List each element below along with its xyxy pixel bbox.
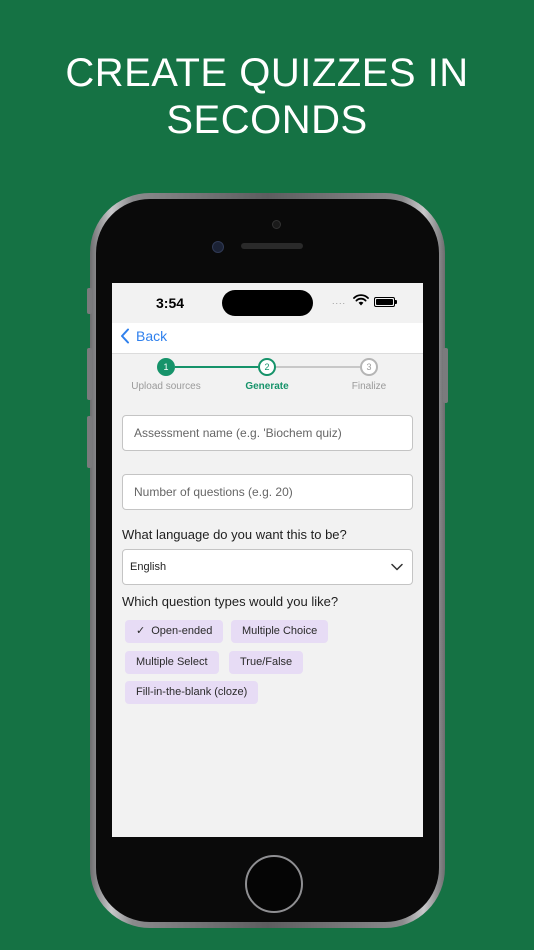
chip-open-ended[interactable]: ✓ Open-ended: [125, 620, 224, 643]
front-camera: [272, 220, 281, 229]
step-2-number: 2: [264, 362, 270, 372]
power-button: [443, 348, 448, 403]
chip-label: True/False: [240, 656, 293, 668]
step-connector-1: [175, 366, 258, 368]
battery-icon: [374, 297, 397, 307]
status-bar: 3:54 ....: [112, 283, 423, 323]
check-icon: ✓: [136, 625, 146, 637]
volume-up-button: [87, 348, 92, 400]
language-select[interactable]: English: [122, 549, 413, 585]
wifi-icon: [353, 294, 369, 306]
chip-multiple-choice[interactable]: Multiple Choice: [231, 620, 329, 643]
chip-fill-in-the-blank[interactable]: Fill-in-the-blank (cloze): [125, 681, 259, 704]
question-count-input[interactable]: [122, 474, 413, 510]
language-selected-value: English: [130, 561, 167, 573]
app-screen: 3:54 .... Back 1 2 3 Upload sources Gene…: [112, 283, 423, 837]
step-1-label: Upload sources: [131, 381, 201, 392]
back-button[interactable]: Back: [120, 328, 167, 344]
chip-label: Multiple Select: [136, 656, 208, 668]
chip-label: Fill-in-the-blank (cloze): [136, 686, 248, 698]
step-3-indicator: 3: [360, 358, 378, 376]
proximity-sensor: [212, 241, 224, 253]
earpiece-speaker: [241, 243, 303, 249]
step-2-label: Generate: [245, 381, 289, 392]
question-types-question: Which question types would you like?: [122, 594, 339, 609]
headline-line-2: SECONDS: [166, 98, 368, 142]
headline-line-1: CREATE QUIZZES IN: [65, 51, 469, 95]
language-question: What language do you want this to be?: [122, 527, 347, 542]
step-2-indicator: 2: [258, 358, 276, 376]
volume-down-button: [87, 416, 92, 468]
chevron-left-icon: [121, 328, 129, 344]
step-3-number: 3: [366, 362, 372, 372]
home-button[interactable]: [245, 855, 303, 913]
assessment-name-input[interactable]: [122, 415, 413, 451]
signal-icon: ....: [332, 296, 347, 306]
chip-label: Open-ended: [151, 625, 213, 637]
progress-stepper: 1 2 3 Upload sources Generate Finalize: [112, 355, 423, 395]
step-1-indicator: 1: [157, 358, 175, 376]
headline: CREATE QUIZZES IN SECONDS: [0, 50, 534, 144]
chevron-down-icon: [391, 563, 403, 571]
dynamic-island: [222, 290, 313, 316]
nav-bar: Back: [112, 323, 423, 354]
step-3-label: Finalize: [351, 381, 387, 392]
step-connector-2: [276, 366, 360, 368]
chip-multiple-select[interactable]: Multiple Select: [125, 651, 219, 674]
chip-label: Multiple Choice: [242, 625, 318, 637]
chip-true-false[interactable]: True/False: [229, 651, 304, 674]
status-time: 3:54: [156, 295, 185, 311]
back-label: Back: [136, 328, 168, 344]
mute-switch: [87, 288, 92, 314]
step-1-number: 1: [163, 362, 169, 372]
